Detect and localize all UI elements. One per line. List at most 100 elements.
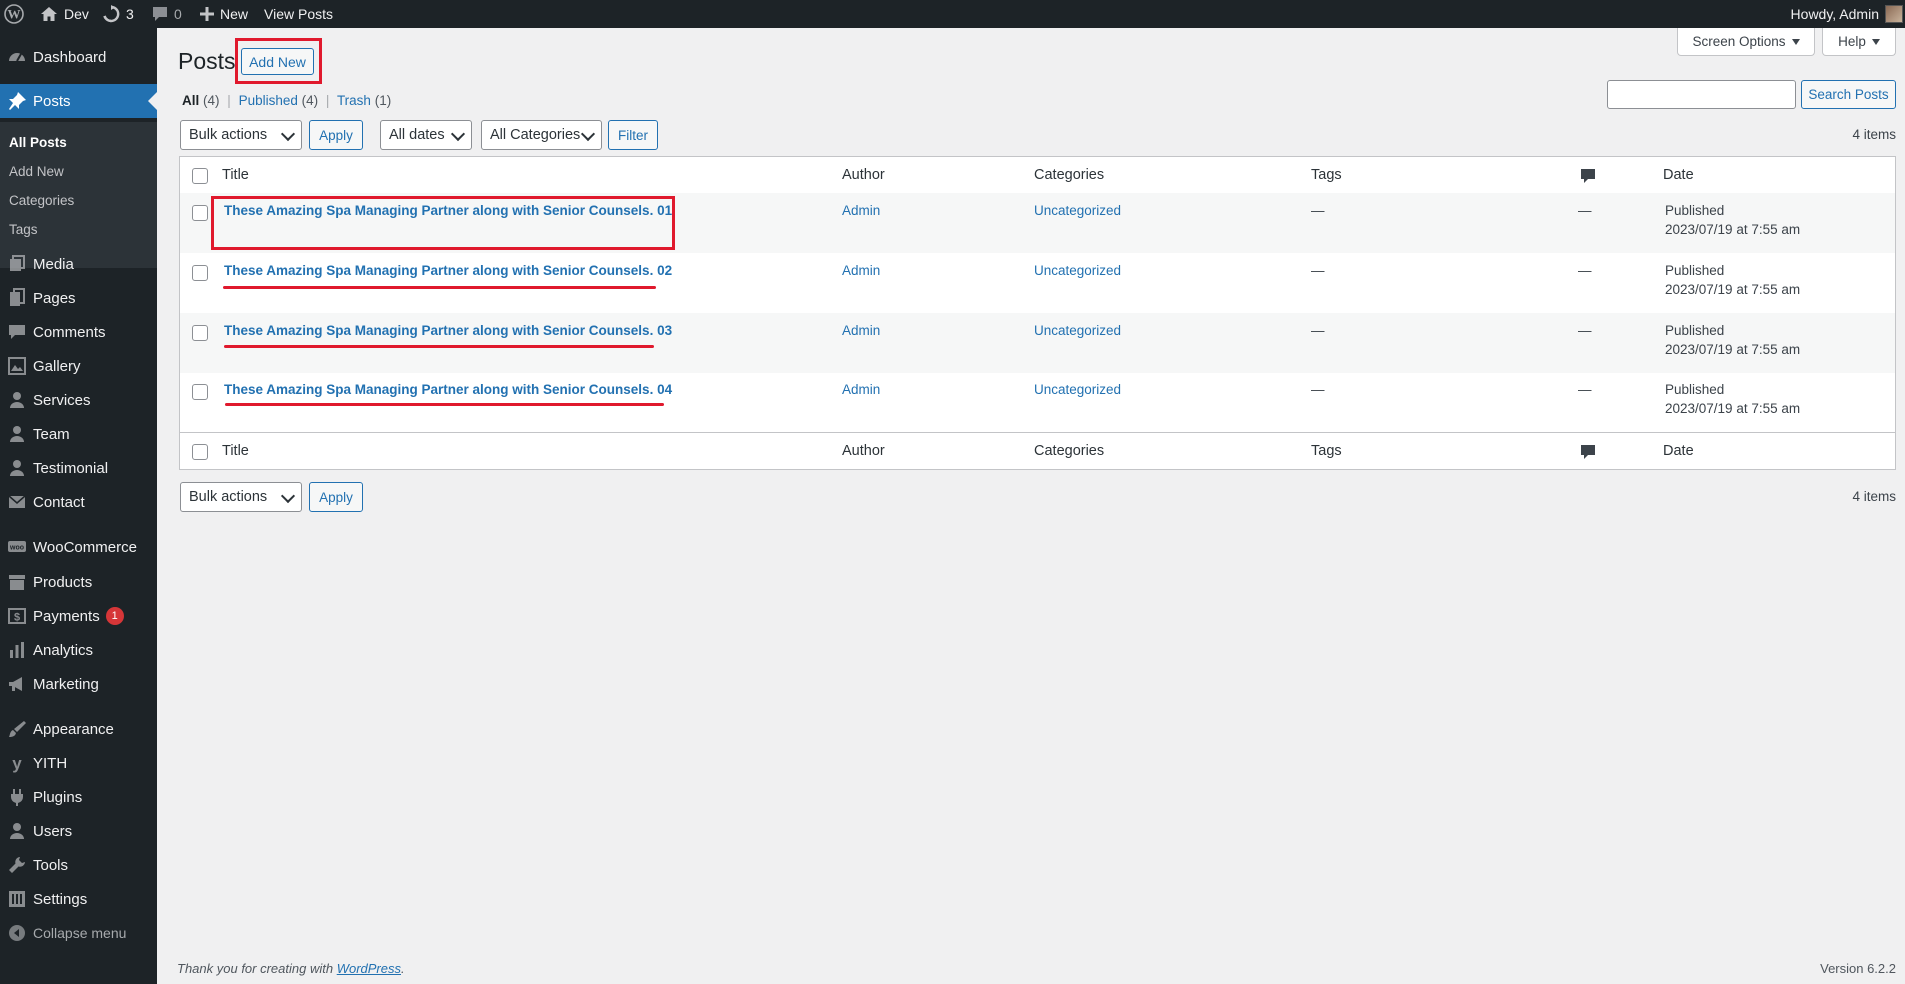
updates-link[interactable]: 3 xyxy=(102,0,134,28)
collapse-menu-button[interactable]: Collapse menu xyxy=(0,916,157,950)
search-posts-button[interactable]: Search Posts xyxy=(1801,80,1896,109)
submenu-tags[interactable]: Tags xyxy=(9,222,38,237)
filter-button[interactable]: Filter xyxy=(608,120,658,150)
menu-tools[interactable]: Tools xyxy=(0,848,157,882)
payments-badge: 1 xyxy=(105,607,124,625)
menu-woocommerce[interactable]: woo WooCommerce xyxy=(0,530,157,564)
select-all-checkbox[interactable] xyxy=(192,444,208,460)
comments-column-icon[interactable] xyxy=(1580,444,1596,460)
menu-posts[interactable]: Posts xyxy=(0,84,157,118)
column-author: Author xyxy=(842,167,885,183)
view-published-link[interactable]: Published xyxy=(239,93,298,108)
chevron-down-icon xyxy=(450,126,466,142)
author-link[interactable]: Admin xyxy=(842,323,880,338)
post-title-link[interactable]: These Amazing Spa Managing Partner along… xyxy=(224,263,672,278)
author-link[interactable]: Admin xyxy=(842,263,880,278)
table-row: These Amazing Spa Managing Partner along… xyxy=(180,313,1895,373)
menu-media[interactable]: Media xyxy=(0,247,157,281)
wordpress-link[interactable]: WordPress xyxy=(337,961,401,976)
select-all-checkbox[interactable] xyxy=(192,168,208,184)
submenu-all-posts[interactable]: All Posts xyxy=(9,135,67,150)
category-filter-select[interactable]: All Categories xyxy=(481,120,602,150)
settings-icon xyxy=(0,889,33,909)
row-checkbox[interactable] xyxy=(192,265,208,281)
menu-yith[interactable]: y YITH xyxy=(0,746,157,780)
category-link[interactable]: Uncategorized xyxy=(1034,323,1121,338)
table-footer: Title Author Categories Tags Date xyxy=(180,432,1895,469)
bulk-actions-select[interactable]: Bulk actions xyxy=(180,120,302,150)
column-date-sort[interactable]: Date xyxy=(1663,167,1694,183)
help-button[interactable]: Help xyxy=(1822,28,1896,56)
paintbrush-icon xyxy=(0,719,33,739)
menu-analytics[interactable]: Analytics xyxy=(0,633,157,667)
row-checkbox[interactable] xyxy=(192,205,208,221)
plus-icon xyxy=(200,7,214,21)
date-filter-select[interactable]: All dates xyxy=(380,120,472,150)
search-input[interactable] xyxy=(1607,80,1796,109)
menu-gallery[interactable]: Gallery xyxy=(0,349,157,383)
admin-bar: W Dev 3 0 New View Posts Howdy, Admin xyxy=(0,0,1905,28)
submenu-add-new[interactable]: Add New xyxy=(9,164,64,179)
submenu-categories[interactable]: Categories xyxy=(9,193,74,208)
menu-dashboard[interactable]: Dashboard xyxy=(0,40,157,74)
footer-version: Version 6.2.2 xyxy=(1820,961,1896,976)
menu-team[interactable]: Team xyxy=(0,417,157,451)
post-title-link[interactable]: These Amazing Spa Managing Partner along… xyxy=(224,382,672,397)
post-title-link[interactable]: These Amazing Spa Managing Partner along… xyxy=(224,323,672,338)
items-count: 4 items xyxy=(1852,489,1896,504)
view-posts-link[interactable]: View Posts xyxy=(264,0,333,28)
post-date: 2023/07/19 at 7:55 am xyxy=(1665,282,1801,297)
view-filters: All (4) | Published (4) | Trash (1) xyxy=(182,93,391,108)
menu-products[interactable]: Products xyxy=(0,565,157,599)
wrench-icon xyxy=(0,855,33,875)
apply-button[interactable]: Apply xyxy=(309,120,363,150)
category-link[interactable]: Uncategorized xyxy=(1034,382,1121,397)
screen-options-button[interactable]: Screen Options xyxy=(1677,28,1815,56)
category-link[interactable]: Uncategorized xyxy=(1034,203,1121,218)
items-count: 4 items xyxy=(1852,127,1896,142)
comments-value: — xyxy=(1578,382,1592,397)
menu-settings[interactable]: Settings xyxy=(0,882,157,916)
svg-text:W: W xyxy=(8,7,21,22)
payments-icon: $ xyxy=(0,606,33,626)
bulk-actions-select-bottom[interactable]: Bulk actions xyxy=(180,482,302,512)
row-checkbox[interactable] xyxy=(192,384,208,400)
site-name-link[interactable]: Dev xyxy=(40,0,89,28)
tags-value: — xyxy=(1311,263,1325,278)
comments-link[interactable]: 0 xyxy=(152,0,182,28)
comments-column-icon[interactable] xyxy=(1580,168,1596,184)
column-title-sort[interactable]: Title xyxy=(222,167,249,183)
menu-pages[interactable]: Pages xyxy=(0,281,157,315)
wordpress-logo-icon[interactable]: W xyxy=(4,0,24,28)
column-date-sort[interactable]: Date xyxy=(1663,443,1694,459)
avatar xyxy=(1885,5,1903,23)
menu-appearance[interactable]: Appearance xyxy=(0,712,157,746)
view-published-count: (4) xyxy=(301,93,319,108)
category-link[interactable]: Uncategorized xyxy=(1034,263,1121,278)
menu-services[interactable]: Services xyxy=(0,383,157,417)
apply-button-bottom[interactable]: Apply xyxy=(309,482,363,512)
column-title-sort[interactable]: Title xyxy=(222,443,249,459)
view-all-link[interactable]: All xyxy=(182,93,199,108)
menu-payments[interactable]: $ Payments 1 xyxy=(0,599,157,633)
footer-thank-you: Thank you for creating with WordPress. xyxy=(177,961,405,976)
author-link[interactable]: Admin xyxy=(842,203,880,218)
yith-icon: y xyxy=(0,753,33,773)
menu-contact[interactable]: Contact xyxy=(0,485,157,519)
row-checkbox[interactable] xyxy=(192,325,208,341)
view-trash-link[interactable]: Trash xyxy=(337,93,371,108)
media-icon xyxy=(0,254,33,274)
menu-users[interactable]: Users xyxy=(0,814,157,848)
author-link[interactable]: Admin xyxy=(842,382,880,397)
menu-plugins[interactable]: Plugins xyxy=(0,780,157,814)
person-icon xyxy=(0,458,33,478)
comments-value: — xyxy=(1578,203,1592,218)
annotation-underline xyxy=(225,403,664,406)
menu-marketing[interactable]: Marketing xyxy=(0,667,157,701)
new-content-link[interactable]: New xyxy=(200,0,248,28)
column-tags: Tags xyxy=(1311,443,1342,459)
my-account-link[interactable]: Howdy, Admin xyxy=(1791,0,1903,28)
menu-comments[interactable]: Comments xyxy=(0,315,157,349)
menu-testimonial[interactable]: Testimonial xyxy=(0,451,157,485)
view-trash-count: (1) xyxy=(374,93,392,108)
